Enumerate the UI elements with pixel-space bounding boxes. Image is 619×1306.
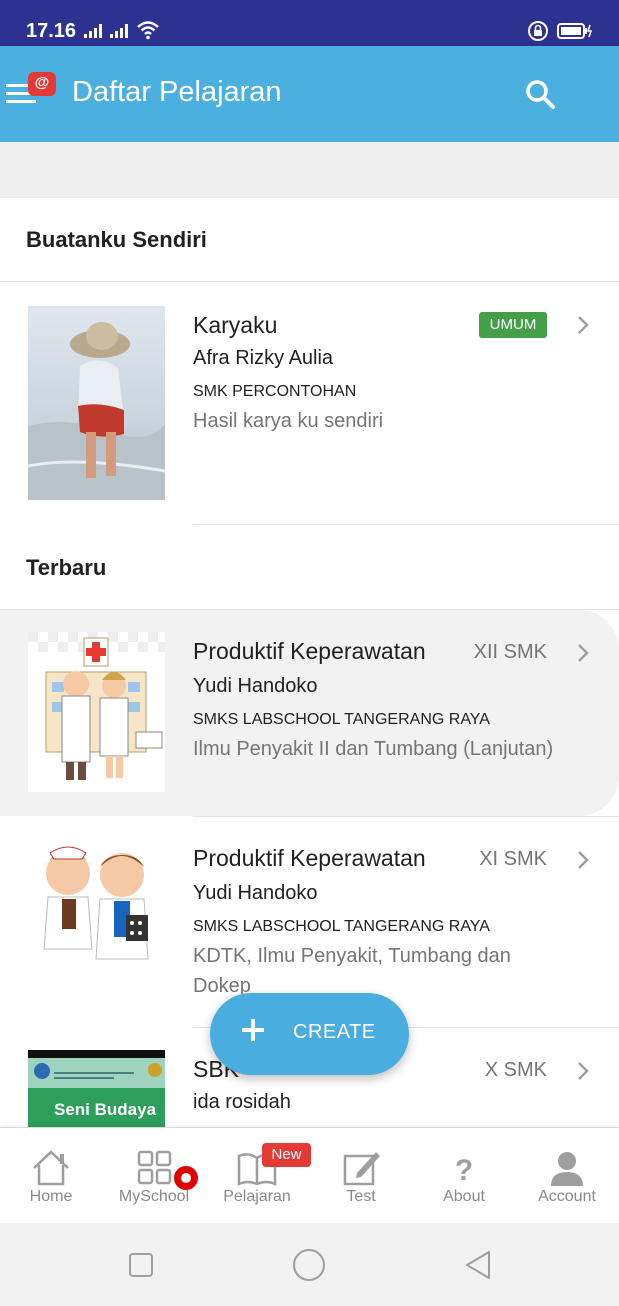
- divider: [193, 524, 619, 525]
- item-school: SMKS LABSCHOOL TANGERANG RAYA: [193, 918, 490, 935]
- chevron-right-icon: [578, 851, 589, 869]
- person-icon: [551, 1152, 583, 1186]
- question-icon: ?: [455, 1154, 473, 1187]
- item-author: ida rosidah: [193, 1091, 291, 1113]
- list-item-karyaku[interactable]: Karyaku UMUM Afra Rizky Aulia SMK PERCON…: [0, 282, 619, 524]
- nav-label: Test: [346, 1188, 376, 1205]
- create-label: CREATE: [293, 1021, 376, 1043]
- item-title: Produktif Keperawatan: [193, 638, 426, 664]
- nav-label: Account: [538, 1188, 596, 1205]
- page-title: Daftar Pelajaran: [72, 76, 282, 108]
- item-description: KDTK, Ilmu Penyakit, Tumbang dan Dokep: [193, 945, 511, 997]
- nav-account[interactable]: Account: [517, 1128, 617, 1224]
- notification-badge[interactable]: @: [28, 72, 56, 96]
- status-time: 17.16: [26, 20, 77, 42]
- nav-label: Home: [29, 1188, 73, 1205]
- item-school: SMK PERCONTOHAN: [193, 383, 357, 400]
- item-author: Yudi Handoko: [193, 882, 318, 904]
- plus-icon: [242, 1019, 264, 1041]
- nav-about[interactable]: ? About: [414, 1128, 514, 1224]
- item-grade: XII SMK: [473, 641, 547, 663]
- section-title-own: Buatanku Sendiri: [26, 227, 207, 252]
- item-school: SMKS LABSCHOOL TANGERANG RAYA: [193, 711, 490, 728]
- nav-test[interactable]: Test: [311, 1128, 411, 1224]
- create-button[interactable]: CREATE: [210, 993, 409, 1075]
- edit-icon: [343, 1152, 380, 1186]
- item-title: Karyaku: [193, 312, 278, 338]
- item-description: Hasil karya ku sendiri: [193, 410, 384, 432]
- search-icon[interactable]: [524, 78, 558, 112]
- thumb-text: Seni Budaya: [54, 1100, 157, 1119]
- chevron-right-icon: [578, 316, 589, 334]
- item-grade: XI SMK: [479, 848, 547, 870]
- visibility-badge: UMUM: [479, 312, 547, 338]
- item-author: Afra Rizky Aulia: [193, 347, 334, 369]
- rotation-lock-icon: [528, 21, 548, 41]
- nurse-doctor-thumbnail: [28, 841, 165, 964]
- chevron-right-icon: [578, 1062, 589, 1080]
- nav-label: MySchool: [118, 1188, 190, 1205]
- svg-text:?: ?: [455, 1154, 473, 1187]
- app-bar: @ Daftar Pelajaran: [0, 46, 619, 142]
- recents-icon[interactable]: [128, 1252, 154, 1278]
- home-button-icon[interactable]: [292, 1248, 326, 1282]
- seni-budaya-thumbnail: Seni Budaya: [28, 1050, 165, 1127]
- item-title: Produktif Keperawatan: [193, 845, 426, 871]
- signal-icon: [84, 22, 102, 38]
- battery-icon: [557, 23, 593, 39]
- wifi-icon: [137, 21, 159, 40]
- item-grade: X SMK: [484, 1059, 547, 1081]
- nurses-thumbnail: [28, 632, 165, 792]
- nav-label: Pelajaran: [223, 1188, 291, 1205]
- signal-icon-2: [110, 22, 128, 38]
- new-badge: New: [262, 1143, 311, 1167]
- bottom-navigation: Home MySchool Pelajaran Test ? About Acc…: [0, 1127, 619, 1223]
- child-beach-thumbnail: [28, 306, 165, 500]
- notification-dot-icon: [174, 1166, 198, 1190]
- grid-icon: [137, 1150, 172, 1185]
- spacer-bar: [0, 142, 619, 198]
- status-bar: 17.16: [0, 0, 619, 46]
- chevron-right-icon: [578, 644, 589, 662]
- list-item-produktif-xii[interactable]: Produktif Keperawatan XII SMK Yudi Hando…: [0, 610, 619, 816]
- home-icon: [33, 1150, 69, 1186]
- section-title-latest: Terbaru: [26, 555, 107, 580]
- system-navigation-bar: [0, 1223, 619, 1306]
- back-icon[interactable]: [463, 1249, 493, 1281]
- nav-label: About: [443, 1188, 485, 1205]
- nav-home[interactable]: Home: [1, 1128, 101, 1224]
- item-author: Yudi Handoko: [193, 675, 318, 697]
- item-description: Ilmu Penyakit II dan Tumbang (Lanjutan): [193, 738, 554, 760]
